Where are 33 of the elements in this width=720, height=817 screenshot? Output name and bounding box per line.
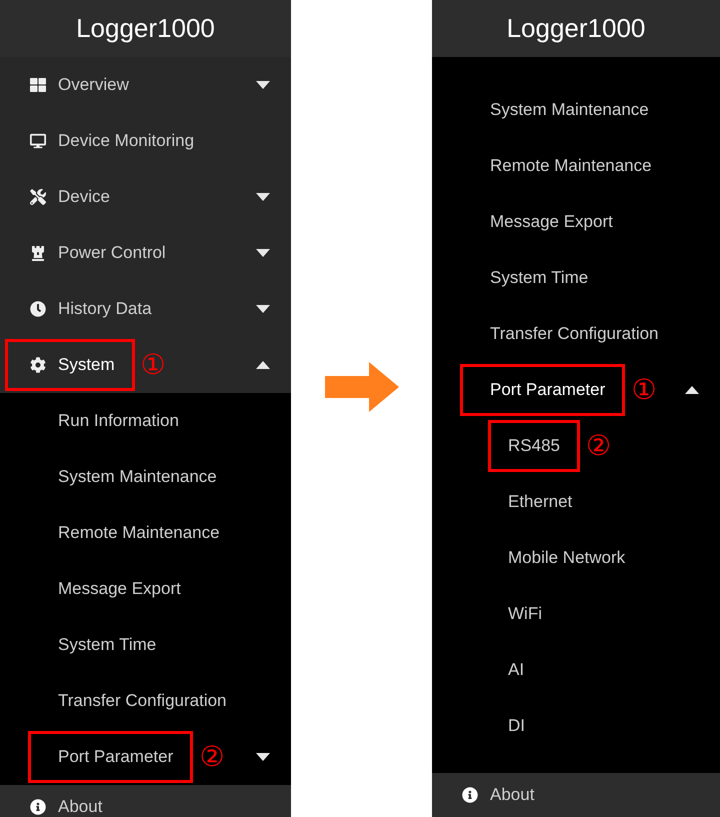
menu-item[interactable]: Remote Maintenance (460, 140, 672, 192)
menu-item[interactable]: AI (488, 644, 544, 696)
menu-item[interactable]: Power Control (5, 227, 186, 279)
callout-number: ① (631, 376, 656, 404)
menu-item[interactable]: Device (5, 171, 130, 223)
menu-item[interactable]: Transfer Configuration (460, 308, 679, 360)
callout-number: ② (199, 743, 224, 771)
app-title: Logger1000 (76, 12, 215, 45)
tower-icon (30, 245, 46, 261)
app-title: Logger1000 (506, 12, 646, 45)
menu-item[interactable]: History Data (5, 283, 172, 335)
settings-icon (30, 357, 46, 373)
menu-item[interactable]: DI (488, 700, 545, 752)
callout-number: ② (586, 432, 611, 460)
info-icon (30, 799, 46, 815)
menu-item[interactable]: System (5, 339, 135, 391)
menu-item[interactable]: RS485 (488, 420, 580, 472)
clock-icon (30, 301, 46, 317)
info-icon (462, 787, 478, 803)
menu-item[interactable]: WiFi (488, 588, 562, 640)
menu-item[interactable]: System Time (460, 252, 608, 304)
menu-item[interactable]: Device Monitoring (5, 115, 214, 167)
monitor-icon (30, 133, 46, 149)
menu-item[interactable]: Port Parameter (460, 364, 626, 416)
callout-number: ① (140, 351, 166, 379)
menu-item[interactable]: Message Export (460, 196, 633, 248)
menu-item[interactable]: Port Parameter (28, 731, 194, 783)
tools-icon (30, 189, 46, 205)
menu-item[interactable]: Mobile Network (488, 532, 646, 584)
menu-item[interactable]: System Maintenance (460, 84, 669, 136)
grid-icon (30, 77, 46, 93)
menu-item[interactable]: Overview (5, 59, 149, 111)
menu-item[interactable]: Ethernet (488, 476, 592, 528)
